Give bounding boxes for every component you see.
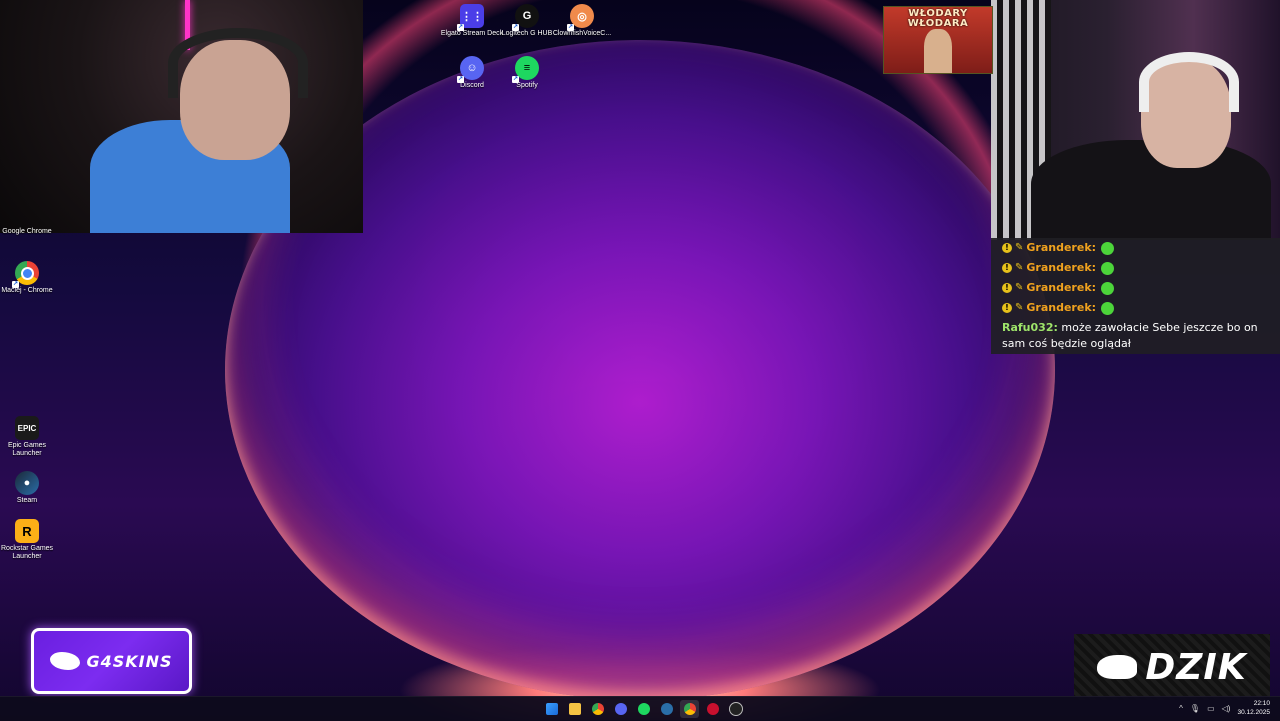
desktop-icon-label: Rockstar Games Launcher <box>0 545 54 560</box>
system-tray: ^ 🎙 ▭ ◁) 22:10 30.12.2025 <box>1179 699 1280 717</box>
stream-deck-icon: ⋮⋮ ↗ <box>457 4 484 31</box>
dzik-logo: DZIK <box>1074 634 1270 700</box>
chrome-icon <box>591 703 604 715</box>
rockstar-icon: R <box>15 519 39 543</box>
sub-badge-icon: ✎ <box>1015 262 1024 273</box>
desktop-icon-google-chrome[interactable]: Google Chrome <box>0 226 59 236</box>
chat-message: ! ✎ Granderek: <box>1002 278 1270 298</box>
webcam-left <box>0 0 363 233</box>
headset-icon <box>168 28 308 98</box>
poster-figure <box>924 29 952 73</box>
discord-icon <box>614 703 627 715</box>
desktop-icon-clownfish[interactable]: ◎ ↗ ClownfishVoiceC... <box>550 4 614 38</box>
chat-message: ! ✎ Granderek: <box>1002 238 1270 258</box>
emote-icon <box>1101 261 1115 275</box>
desktop-icon-label: Maciej - Chrome <box>1 287 53 294</box>
desktop-icon-steam[interactable]: ● Steam <box>0 471 59 505</box>
clock-date: 30.12.2025 <box>1237 709 1270 716</box>
logitech-g-icon: G ↗ <box>512 4 539 31</box>
taskbar-spotify[interactable] <box>634 700 653 718</box>
app-icon <box>706 703 719 715</box>
emote-icon <box>1101 281 1115 295</box>
discord-icon: ☺ ↗ <box>457 56 484 83</box>
chat-username: Granderek: <box>1026 261 1097 274</box>
desktop-icon-rockstar[interactable]: R Rockstar Games Launcher <box>0 519 59 561</box>
vip-badge-icon: ! <box>1002 263 1012 273</box>
desktop-icon-label: Google Chrome <box>2 228 52 235</box>
spotify-icon: ≡ ↗ <box>512 56 539 83</box>
chat-overlay: ! ✎ Granderek: ! ✎ Granderek: ! ✎ Granderek… <box>991 238 1280 354</box>
volume-icon[interactable]: ◁) <box>1222 704 1231 713</box>
chat-message: ! ✎ Granderek: <box>1002 258 1270 278</box>
boar-icon <box>1097 655 1138 679</box>
sub-badge-icon: ✎ <box>1015 242 1024 253</box>
dzik-text: DZIK <box>1145 646 1247 688</box>
desktop-icon-label: ClownfishVoiceC... <box>552 30 612 37</box>
desktop-icon-label: Spotify <box>516 82 538 89</box>
clownfish-icon: ◎ ↗ <box>567 4 594 31</box>
network-icon[interactable]: ▭ <box>1207 704 1215 713</box>
steam-icon: ● <box>15 471 39 495</box>
taskbar-discord[interactable] <box>611 700 630 718</box>
emote-icon <box>1101 241 1115 255</box>
g4skins-logo: G4SKINS <box>31 628 192 694</box>
chat-username: Rafu032: <box>1002 321 1058 334</box>
epic-games-icon: EPIC <box>15 416 39 440</box>
taskbar-explorer[interactable] <box>565 700 584 718</box>
taskbar-chrome[interactable] <box>588 700 607 718</box>
windows-start-icon <box>545 703 558 715</box>
folder-icon <box>568 703 581 715</box>
vip-badge-icon: ! <box>1002 243 1012 253</box>
chrome-icon <box>683 703 696 715</box>
emote-icon <box>1101 301 1115 315</box>
clock-time: 22:10 <box>1253 700 1270 707</box>
desktop-icon-maciej-chrome[interactable]: ↗ Maciej - Chrome <box>0 261 59 295</box>
chat-username: Granderek: <box>1026 301 1097 314</box>
taskbar-start[interactable] <box>542 700 561 718</box>
spotify-icon <box>637 703 650 715</box>
vip-badge-icon: ! <box>1002 283 1012 293</box>
desktop-icon-epic-games[interactable]: EPIC Epic Games Launcher <box>0 416 59 458</box>
taskbar-chrome-2[interactable] <box>680 700 699 718</box>
vip-badge-icon: ! <box>1002 303 1012 313</box>
g4skins-text: G4SKINS <box>86 651 173 671</box>
panther-icon <box>50 652 81 670</box>
logitech-g-icon <box>728 702 743 716</box>
chat-message: Rafu032: może zawołacie Sebe jeszcze bo … <box>1002 318 1270 352</box>
tray-chevron-icon[interactable]: ^ <box>1179 704 1183 713</box>
steam-icon <box>660 703 673 715</box>
desktop-icon-spotify[interactable]: ≡ ↗ Spotify <box>495 56 559 90</box>
chat-username: Granderek: <box>1026 241 1097 254</box>
taskbar-steam[interactable] <box>657 700 676 718</box>
chrome-icon: ↗ <box>12 261 39 288</box>
sub-badge-icon: ✎ <box>1015 302 1024 313</box>
sub-badge-icon: ✎ <box>1015 282 1024 293</box>
poster-overlay: WŁODARY WŁODARA <box>883 6 993 74</box>
mic-icon[interactable]: 🎙 <box>1190 704 1200 713</box>
clock[interactable]: 22:10 30.12.2025 <box>1237 699 1280 717</box>
chat-username: Granderek: <box>1026 281 1097 294</box>
desktop-icon-label: Epic Games Launcher <box>7 442 47 457</box>
taskbar-app[interactable] <box>703 700 722 718</box>
webcam-right <box>991 0 1280 240</box>
desktop-icon-label: Steam <box>16 497 38 504</box>
headset-icon <box>1139 52 1239 112</box>
taskbar: ^ 🎙 ▭ ◁) 22:10 30.12.2025 <box>0 696 1280 721</box>
taskbar-apps <box>542 700 745 718</box>
taskbar-ghub[interactable] <box>726 700 745 718</box>
poster-title: WŁODARY WŁODARA <box>907 8 969 29</box>
chat-message: ! ✎ Granderek: <box>1002 298 1270 318</box>
